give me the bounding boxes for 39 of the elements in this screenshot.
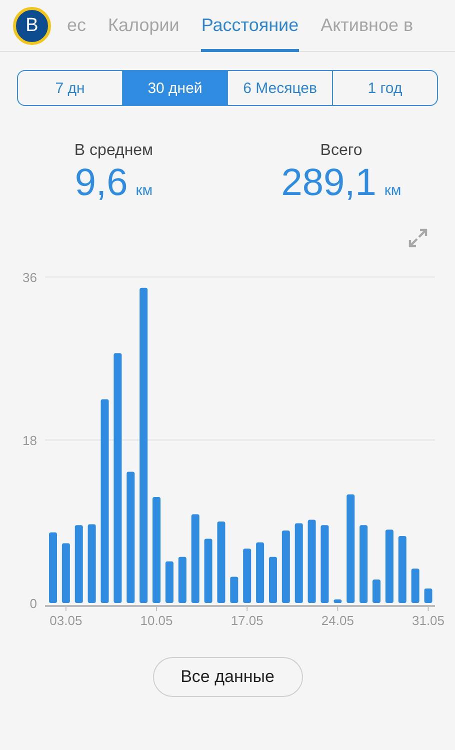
y-tick-label: 36: [22, 270, 37, 285]
x-tick-label: 24.05: [321, 613, 354, 628]
x-tick-label: 17.05: [230, 613, 264, 628]
bar: [230, 576, 238, 603]
stat-unit: км: [136, 182, 153, 199]
tab[interactable]: Расстояние: [201, 0, 299, 52]
expand-icon[interactable]: [407, 227, 429, 249]
stat-value: 9,6: [74, 162, 128, 205]
stat-label: Всего: [320, 142, 362, 160]
tab[interactable]: Активное в: [320, 0, 414, 52]
bar: [204, 538, 212, 603]
bar: [424, 588, 432, 603]
bar: [178, 556, 186, 603]
x-tick-label: 03.05: [50, 613, 82, 628]
bar: [49, 532, 57, 603]
bar: [398, 536, 406, 603]
bar: [334, 599, 342, 603]
tab[interactable]: Калории: [108, 0, 180, 52]
bar: [62, 543, 70, 603]
bar: [243, 548, 252, 603]
bar: [256, 542, 264, 603]
avatar[interactable]: В: [13, 6, 51, 44]
x-tick-label: 31.05: [412, 613, 445, 628]
period-button[interactable]: 1 год: [332, 71, 437, 105]
bar: [268, 556, 277, 603]
period-button[interactable]: 30 дней: [122, 71, 227, 105]
stat-value: 289,1: [281, 162, 376, 205]
stat-unit: км: [384, 182, 402, 199]
all-data-button[interactable]: Все данные: [152, 657, 302, 697]
period-button[interactable]: 7 дн: [18, 71, 122, 105]
bar: [165, 561, 174, 603]
tab[interactable]: ес: [67, 0, 86, 52]
period-button[interactable]: 6 Месяцев: [227, 71, 332, 105]
y-tick-label: 0: [30, 596, 37, 611]
bar: [411, 568, 420, 603]
y-tick-label: 18: [22, 433, 37, 448]
bar: [372, 579, 380, 603]
stat-label: В среднем: [74, 142, 154, 160]
x-tick-label: 10.05: [140, 613, 173, 628]
